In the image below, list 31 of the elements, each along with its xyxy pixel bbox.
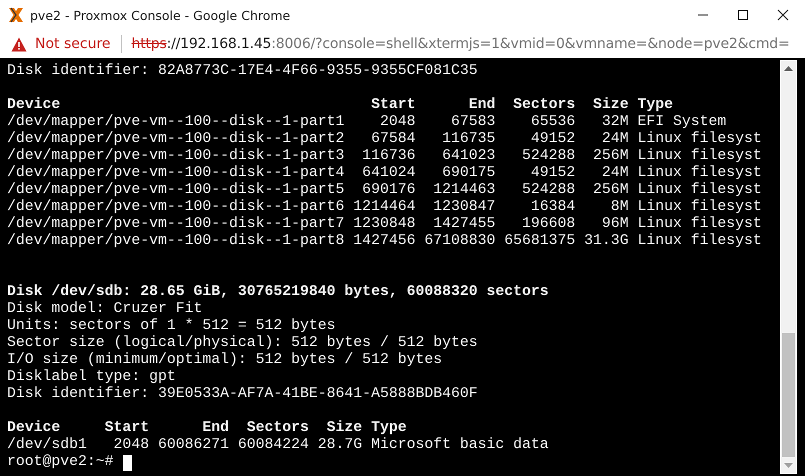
terminal-line: /dev/mapper/pve-vm--100--disk--1-part2 67584 116735 49152 24M Linux filesyst xyxy=(7,131,763,148)
terminal-line: Disk /dev/sdb: 28.65 GiB, 30765219840 bytes, 60088320 sectors xyxy=(7,284,550,301)
warning-icon[interactable] xyxy=(11,36,27,52)
maximize-icon[interactable] xyxy=(737,9,749,21)
terminal-cursor xyxy=(122,454,132,470)
security-label[interactable]: Not secure xyxy=(35,36,111,52)
terminal-line: Disk identifier: 82A8773C-17E4-4F66-9355-9355CF081C35 xyxy=(7,63,479,80)
terminal-line: /dev/mapper/pve-vm--100--disk--1-part4 641024 690175 49152 24M Linux filesyst xyxy=(7,165,763,182)
url-field[interactable]: https://192.168.1.45:8006/?console=shell&xtermjs=1&vmid=0&vmname=&node=pve2&cmd= xyxy=(132,36,790,52)
terminal-line: Disklabel type: gpt xyxy=(7,369,177,386)
terminal-line: /dev/mapper/pve-vm--100--disk--1-part3 116736 641023 524288 256M Linux filesyst xyxy=(7,148,763,165)
terminal-line: /dev/mapper/pve-vm--100--disk--1-part7 1230848 1427455 196608 96M Linux filesyst xyxy=(7,216,763,233)
terminal-line: Disk model: Cruzer Fit xyxy=(7,301,204,318)
shell-prompt: root@pve2:~# xyxy=(7,454,114,471)
terminal-line: /dev/sdb1 2048 60086271 60084224 28.7G Microsoft basic data xyxy=(7,437,550,454)
terminal-line: /dev/mapper/pve-vm--100--disk--1-part8 1427456 67108830 65681375 31.3G Linux filesyst xyxy=(7,233,763,250)
terminal-line: I/O size (minimum/optimal): 512 bytes / 512 bytes xyxy=(7,352,444,369)
terminal-line: Device Start End Sectors Size Type xyxy=(7,97,674,114)
terminal-line: Units: sectors of 1 * 512 = 512 bytes xyxy=(7,318,337,335)
terminal-line: /dev/mapper/pve-vm--100--disk--1-part1 2048 67583 65536 32M EFI System xyxy=(7,114,728,131)
terminal-line: Device Start End Sectors Size Type xyxy=(7,420,408,437)
terminal-line: Disk identifier: 39E0533A-AF7A-41BE-8641-A5888BDB460F xyxy=(7,386,479,403)
scrollbar[interactable] xyxy=(780,60,797,474)
close-icon[interactable] xyxy=(777,9,789,21)
terminal-line: Sector size (logical/physical): 512 bytes / 512 bytes xyxy=(7,335,479,352)
app-logo-icon xyxy=(8,7,24,23)
terminal-line: /dev/mapper/pve-vm--100--disk--1-part5 690176 1214463 524288 256M Linux filesyst xyxy=(7,182,763,199)
window-title: pve2 - Proxmox Console - Google Chrome xyxy=(30,8,292,22)
scrollbar-thumb[interactable] xyxy=(782,333,795,457)
scroll-up-icon[interactable] xyxy=(784,66,793,71)
terminal-line: /dev/mapper/pve-vm--100--disk--1-part6 1214464 1230847 16384 8M Linux filesyst xyxy=(7,199,763,216)
